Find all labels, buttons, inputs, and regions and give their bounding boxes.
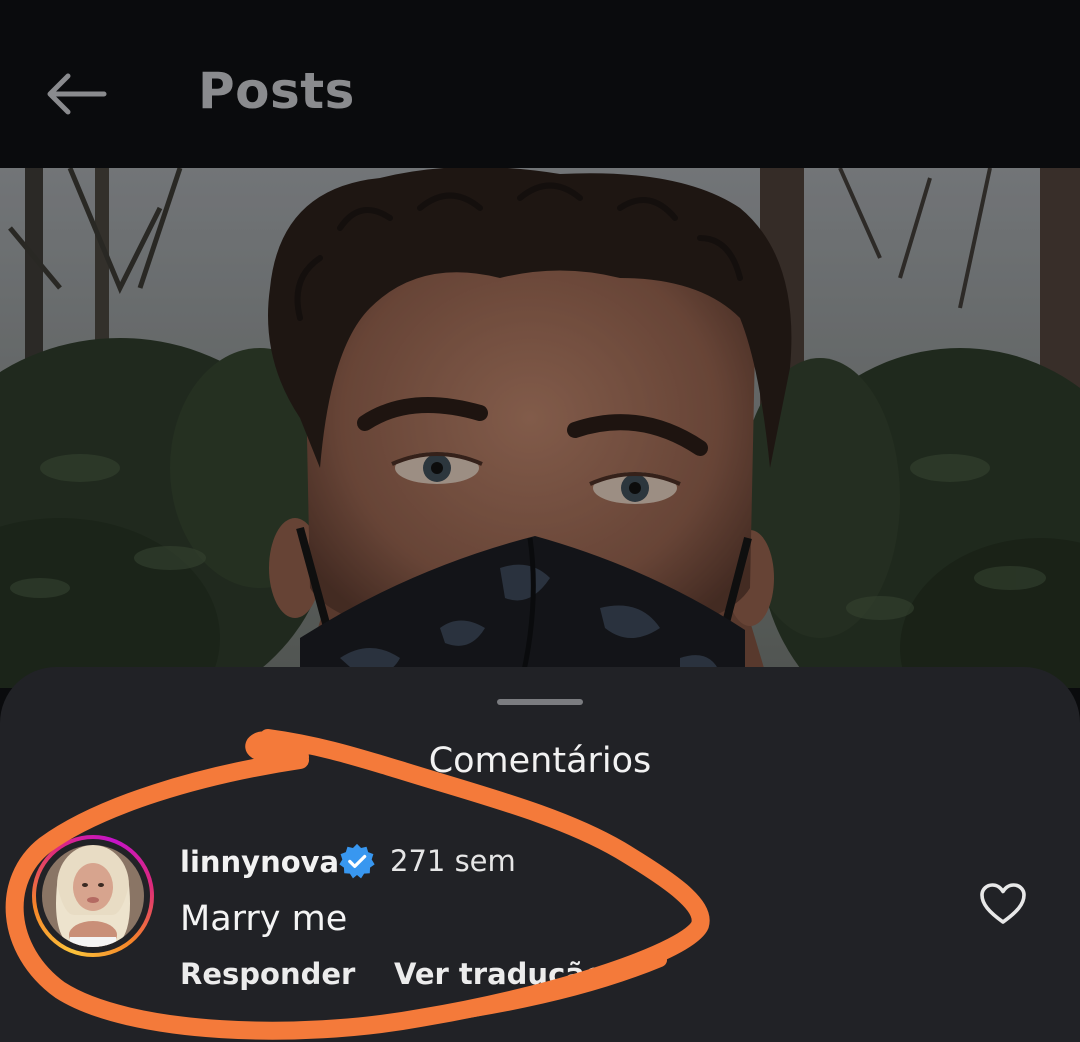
comment-username[interactable]: linnynova [180, 845, 339, 879]
arrow-left-icon [47, 73, 107, 115]
comments-sheet: Comentários linnynova 271 sem Marry me R… [0, 667, 1080, 1042]
avatar-story-ring[interactable] [32, 835, 154, 957]
back-button[interactable] [40, 64, 112, 124]
comment-timestamp: 271 sem [390, 844, 516, 878]
page-title: Posts [198, 62, 355, 120]
post-image[interactable] [0, 168, 1080, 688]
top-app-bar: Posts [0, 0, 1080, 168]
screen: Posts Comentários linnynova 271 sem Marr… [0, 0, 1080, 1042]
heart-icon[interactable] [979, 882, 1027, 926]
comment-text: Marry me [180, 899, 348, 939]
verified-badge-icon [339, 843, 375, 879]
see-translation-button[interactable]: Ver tradução [394, 957, 605, 991]
drag-handle[interactable] [497, 699, 583, 705]
avatar[interactable] [42, 845, 144, 947]
sheet-title: Comentários [428, 741, 652, 781]
reply-button[interactable]: Responder [180, 957, 355, 991]
